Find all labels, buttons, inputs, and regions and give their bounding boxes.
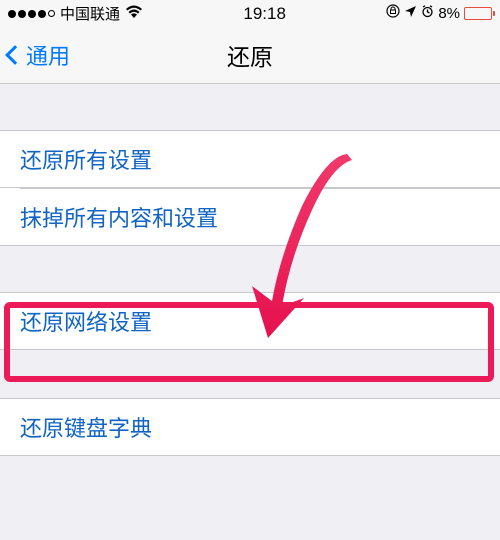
orientation-lock-icon — [386, 4, 400, 23]
back-button[interactable]: 通用 — [0, 39, 70, 71]
item-label: 抹掉所有内容和设置 — [20, 201, 218, 233]
list-group-1: 还原所有设置 抹掉所有内容和设置 — [0, 130, 500, 246]
carrier-label: 中国联通 — [60, 3, 120, 24]
back-label: 通用 — [26, 39, 70, 71]
list-group-3: 还原键盘字典 — [0, 398, 500, 456]
battery-percent: 8% — [438, 5, 460, 22]
page-title: 还原 — [227, 38, 273, 72]
alarm-icon — [421, 5, 434, 23]
status-left: 中国联通 — [8, 3, 143, 24]
status-right: 8% — [386, 4, 492, 23]
reset-all-settings[interactable]: 还原所有设置 — [0, 130, 500, 188]
nav-bar: 通用 还原 — [0, 27, 500, 84]
chevron-left-icon — [5, 45, 25, 65]
erase-all-content[interactable]: 抹掉所有内容和设置 — [0, 188, 500, 246]
wifi-icon — [125, 5, 143, 23]
item-label: 还原所有设置 — [20, 143, 152, 175]
item-label: 还原网络设置 — [20, 305, 152, 337]
signal-strength-icon — [8, 10, 55, 18]
time-label: 19:18 — [243, 4, 286, 24]
battery-icon — [464, 7, 492, 20]
reset-keyboard-dictionary[interactable]: 还原键盘字典 — [0, 398, 500, 456]
reset-network-settings[interactable]: 还原网络设置 — [0, 292, 500, 350]
item-label: 还原键盘字典 — [20, 411, 152, 443]
location-icon — [404, 5, 417, 23]
status-bar: 中国联通 19:18 8% — [0, 0, 500, 27]
list-group-2: 还原网络设置 — [0, 292, 500, 350]
